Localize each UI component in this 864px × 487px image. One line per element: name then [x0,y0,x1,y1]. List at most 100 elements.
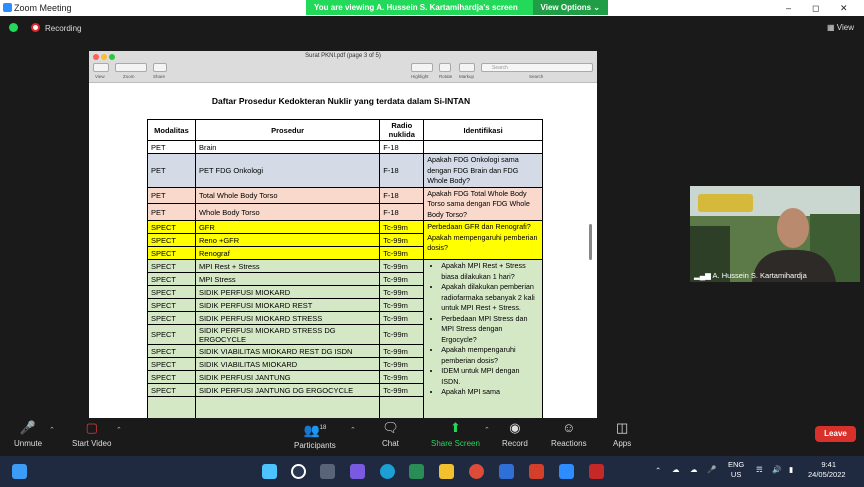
file-explorer-icon[interactable] [439,464,454,479]
preview-toolbar: Surat PKNI.pdf (page 3 of 5) View Zoom S… [89,51,597,83]
apps-button[interactable]: ◫ Apps [613,421,632,449]
share-screen-label: Share Screen [431,439,480,448]
chat-button[interactable]: 🗨 Chat [382,421,399,449]
clock[interactable]: 9:41 24/05/2022 [808,460,846,480]
edge-icon[interactable] [380,464,395,479]
mcafee-icon[interactable] [589,464,604,479]
window-title: Zoom Meeting [14,3,72,13]
maximize-icon[interactable]: ◻ [812,3,819,14]
cell-radionuklida: Tc-99m [379,311,425,325]
cell-radionuklida: Tc-99m [379,220,425,234]
cell-radionuklida: Tc-99m [379,383,425,397]
list-item: Apakah dilakukan pemberian radiofarmaka … [441,282,539,314]
microphone-tray-icon[interactable]: 🎤 [707,465,716,474]
battery-icon[interactable]: ▮ [789,465,793,474]
zoom-taskbar-icon[interactable] [559,464,574,479]
cell-radionuklida: Tc-99m [379,233,425,247]
participants-count: 18 [319,425,327,431]
chrome-icon[interactable] [469,464,484,479]
markup-button[interactable] [459,63,475,72]
view-options-button[interactable]: View Options ⌄ [532,0,608,15]
share-caret-icon[interactable]: ⌃ [484,426,490,434]
participant-video-image [690,186,860,282]
list-item: Apakah mempengaruhi pemberian dosis? [441,345,539,366]
record-button[interactable]: ◉ Record [502,421,528,449]
tray-chevron-icon[interactable]: ⌃ [655,466,661,475]
header-prosedur: Prosedur [194,119,381,141]
share-screen-icon: ⬆ [450,420,461,435]
task-view-icon[interactable] [320,464,335,479]
rotate-button[interactable] [439,63,451,72]
cell-modalitas: SPECT [147,298,196,312]
cell-modalitas: SPECT [147,370,196,384]
unmute-button[interactable]: 🎤 Unmute [14,421,43,449]
volume-icon[interactable]: 🔊 [772,465,781,474]
video-options-caret-icon[interactable]: ⌃ [116,426,122,434]
share-screen-button[interactable]: ⬆ Share Screen [431,420,480,449]
meeting-top-bar: Recording ▦ View [0,17,864,39]
security-shield-icon[interactable] [9,23,18,32]
audio-options-caret-icon[interactable]: ⌃ [49,426,55,434]
wps-office-icon[interactable] [529,464,544,479]
cell-modalitas: SPECT [147,272,196,286]
cell-modalitas: SPECT [147,357,196,371]
participants-label: Participants [294,441,336,451]
windows-widgets-icon[interactable] [12,464,27,479]
cell-radionuklida: Tc-99m [379,357,425,371]
start-video-label: Start Video [72,439,112,448]
search-icon[interactable] [291,464,306,479]
weather-icon[interactable]: ☁ [672,465,680,474]
cell-radionuklida: F-18 [379,203,425,221]
participants-button[interactable]: 👥18 Participants [294,421,336,451]
cell-radionuklida: Tc-99m [379,285,425,299]
reactions-button[interactable]: ☺ Reactions [551,421,587,449]
pdf-page: Daftar Prosedur Kedokteran Nuklir yang t… [89,84,593,418]
shared-screen[interactable]: Surat PKNI.pdf (page 3 of 5) View Zoom S… [89,51,597,418]
cell-modalitas: PET [147,203,196,221]
preview-search-input[interactable]: Search [481,63,593,72]
identifikasi-dose-line: Apakah mempengaruhi pemberian dosis? [427,232,538,253]
unmute-label: Unmute [14,439,43,448]
apps-label: Apps [613,439,632,448]
rotate-tool-label: Rotate [439,74,453,79]
highlight-button[interactable] [411,63,433,72]
cell-prosedur: PET FDG Onkologi [194,153,381,188]
preview-scrollbar[interactable] [589,224,592,260]
close-icon[interactable]: ✕ [840,3,848,14]
preview-document-title: Surat PKNI.pdf (page 3 of 5) [305,53,381,59]
table-row: SPECT GFR Tc-99m Perbedaan GFR dan Renograf… [147,220,543,260]
cell-modalitas: SPECT [147,259,196,273]
reactions-label: Reactions [551,439,587,448]
table-row: PET PET FDG Onkologi F-18 Apakah FDG Onkolo… [147,153,543,188]
mail-icon[interactable] [499,464,514,479]
list-item: IDEM untuk MPI dengan ISDN. [441,366,539,387]
participant-video-thumbnail[interactable]: ▂▄▆ A. Hussein S. Kartamihardja [690,186,860,282]
zoom-tool-label: Zoom [123,74,135,79]
cell-prosedur: Renograf [194,246,381,260]
cell-identifikasi: Perbedaan GFR dan Renografi? Apakah mempe… [423,220,543,260]
minimize-icon[interactable]: – [786,3,791,13]
table-row: SPECTMPI Rest + StressTc-99mApakah MPI R… [147,259,543,418]
video-off-icon: ▢ [85,420,98,435]
cell-radionuklida: F-18 [379,140,425,154]
table-row: PET Total Whole Body Torso F-18 Apakah FDG … [147,186,543,221]
cell-radionuklida: Tc-99m [379,370,425,384]
share-button[interactable] [153,63,167,72]
windows-start-icon[interactable] [262,464,277,479]
onedrive-icon[interactable]: ☁ [690,465,698,474]
input-language[interactable]: ENG US [728,460,744,480]
edge-dev-icon[interactable] [409,464,424,479]
table-header-row: Modalitas Prosedur Radio nuklida Identif… [147,119,543,141]
viewing-banner-text: You are viewing A. Hussein S. Kartamihar… [314,3,518,12]
cell-modalitas: SPECT [147,324,196,345]
language-label: ENG [728,460,745,469]
participants-caret-icon[interactable]: ⌃ [350,426,356,434]
wifi-icon[interactable]: ☴ [756,465,763,474]
view-button[interactable]: ▦ View [827,23,854,32]
teams-chat-icon[interactable] [350,464,365,479]
cell-prosedur: GFR [194,220,381,234]
zoom-button[interactable] [115,63,147,72]
start-video-button[interactable]: ▢ Start Video [72,420,112,449]
leave-button[interactable]: Leave [815,426,856,442]
view-sidebar-button[interactable] [93,63,109,72]
